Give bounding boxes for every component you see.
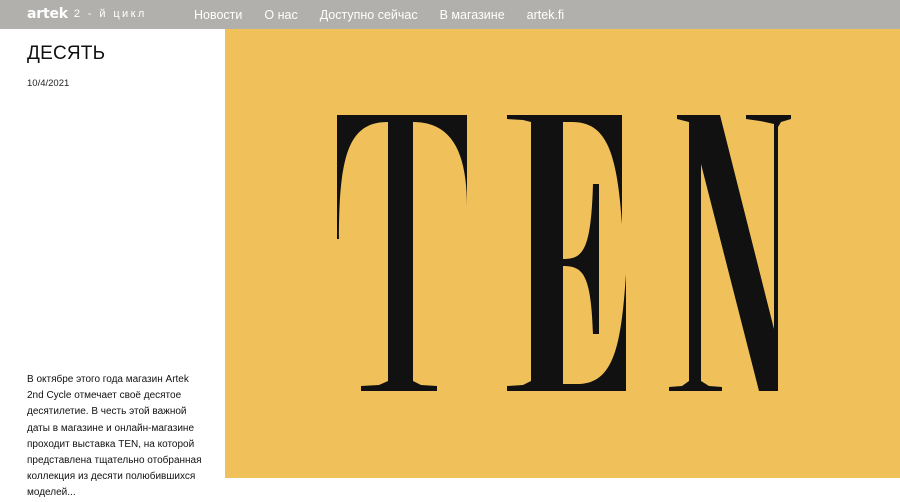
nav-link-in-store[interactable]: В магазине <box>440 8 505 22</box>
hero-letter-t <box>337 115 467 391</box>
hero-letter-shape <box>337 115 467 391</box>
nav-link-news[interactable]: Новости <box>194 8 242 22</box>
hero-letter-shape <box>507 115 626 391</box>
nav-link-about[interactable]: О нас <box>264 8 297 22</box>
hero-letter-shape <box>669 115 791 391</box>
hero-graphic <box>337 115 791 391</box>
main-nav: Новости О нас Доступно сейчас В магазине… <box>194 0 586 29</box>
hero-letter-e <box>507 115 626 391</box>
hero-letter-n <box>669 115 791 391</box>
article-excerpt[interactable]: В октябре этого года магазин Artek 2nd C… <box>27 372 202 502</box>
hero-image[interactable] <box>225 29 900 478</box>
nav-link-artek-fi[interactable]: artek.fi <box>527 8 565 22</box>
logo-tagline: 2 - й цикл <box>73 8 147 20</box>
article-title: ДЕСЯТЬ <box>27 43 106 64</box>
article-date: 10/4/2021 <box>27 78 70 89</box>
nav-link-available-now[interactable]: Доступно сейчас <box>320 8 418 22</box>
hero-letters <box>337 115 791 391</box>
artek-logo-link[interactable]: artek 2 - й цикл <box>27 4 147 24</box>
logo-wordmark: artek <box>27 6 68 22</box>
top-navigation-bar: artek 2 - й цикл Новости О нас Доступно … <box>0 0 900 29</box>
